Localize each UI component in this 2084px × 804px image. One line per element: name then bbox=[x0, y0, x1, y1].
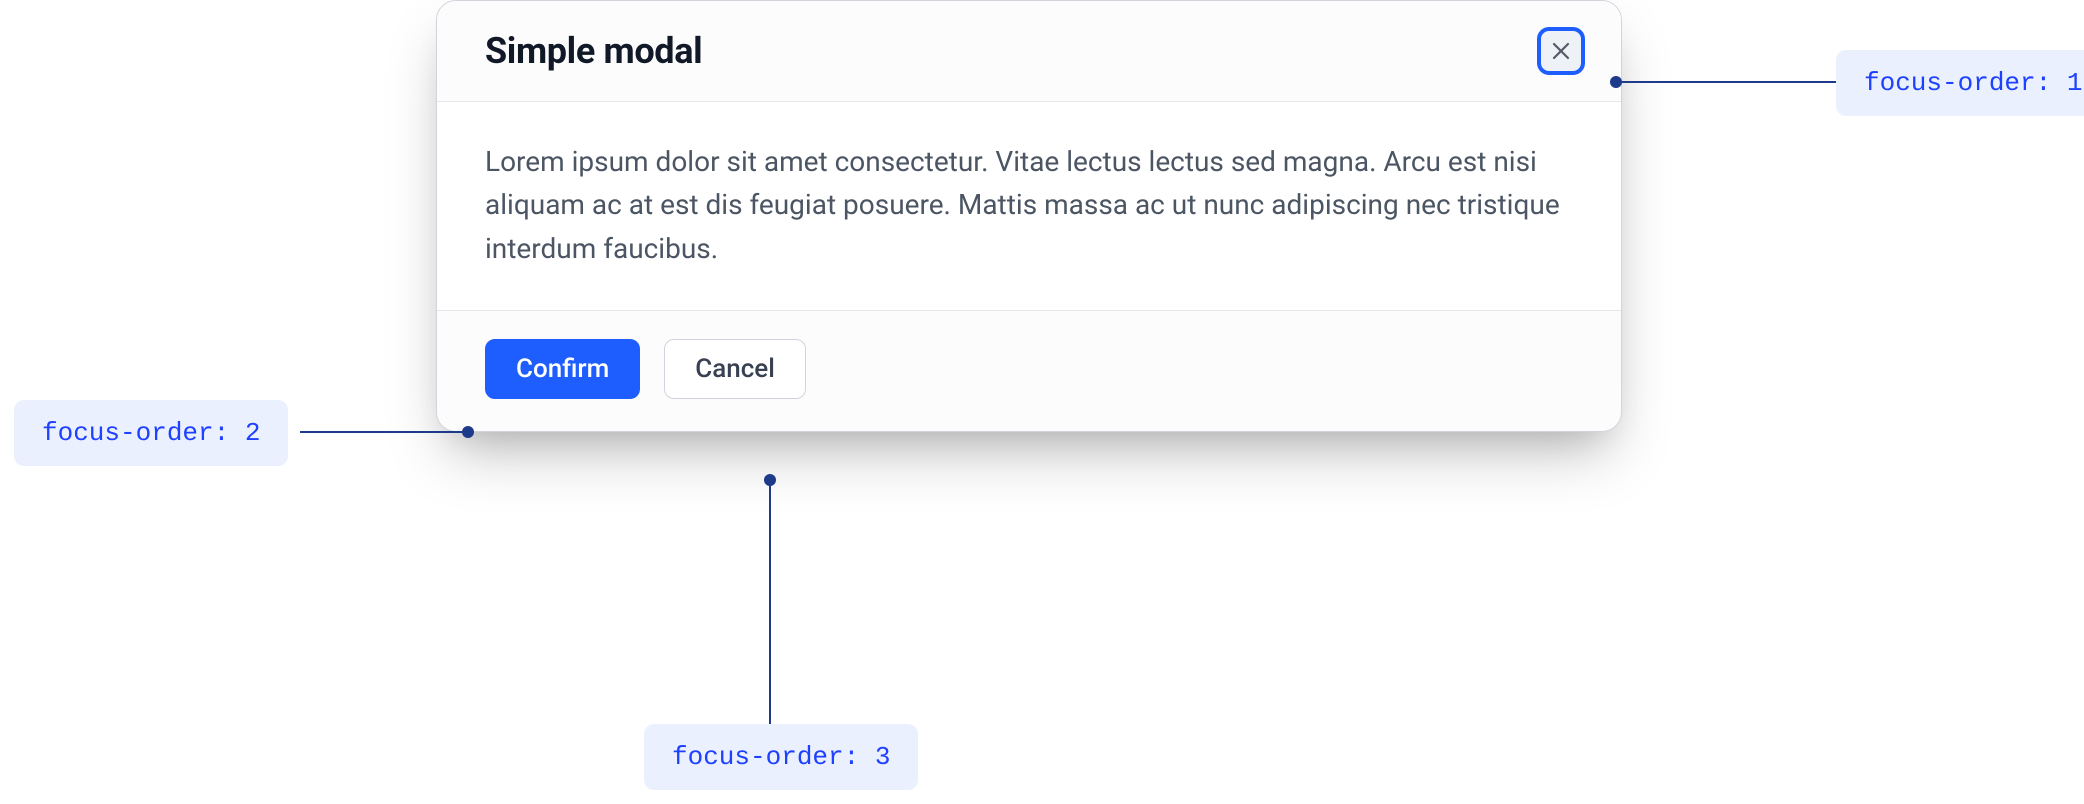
close-icon bbox=[1549, 39, 1573, 63]
annotation-focus-order-1: focus-order: 1 bbox=[1836, 50, 2084, 116]
cancel-button[interactable]: Cancel bbox=[664, 339, 806, 399]
modal-dialog: Simple modal Lorem ipsum dolor sit amet … bbox=[436, 0, 1622, 432]
modal-body-text: Lorem ipsum dolor sit amet consectetur. … bbox=[437, 102, 1621, 311]
annotation-focus-order-2: focus-order: 2 bbox=[14, 400, 288, 466]
modal-footer: Confirm Cancel bbox=[437, 311, 1621, 431]
modal-header: Simple modal bbox=[437, 1, 1621, 102]
diagram-canvas: Simple modal Lorem ipsum dolor sit amet … bbox=[0, 0, 2084, 804]
confirm-button[interactable]: Confirm bbox=[485, 339, 640, 399]
annotation-focus-order-3: focus-order: 3 bbox=[644, 724, 918, 790]
close-button[interactable] bbox=[1537, 27, 1585, 75]
modal-title: Simple modal bbox=[485, 30, 702, 72]
